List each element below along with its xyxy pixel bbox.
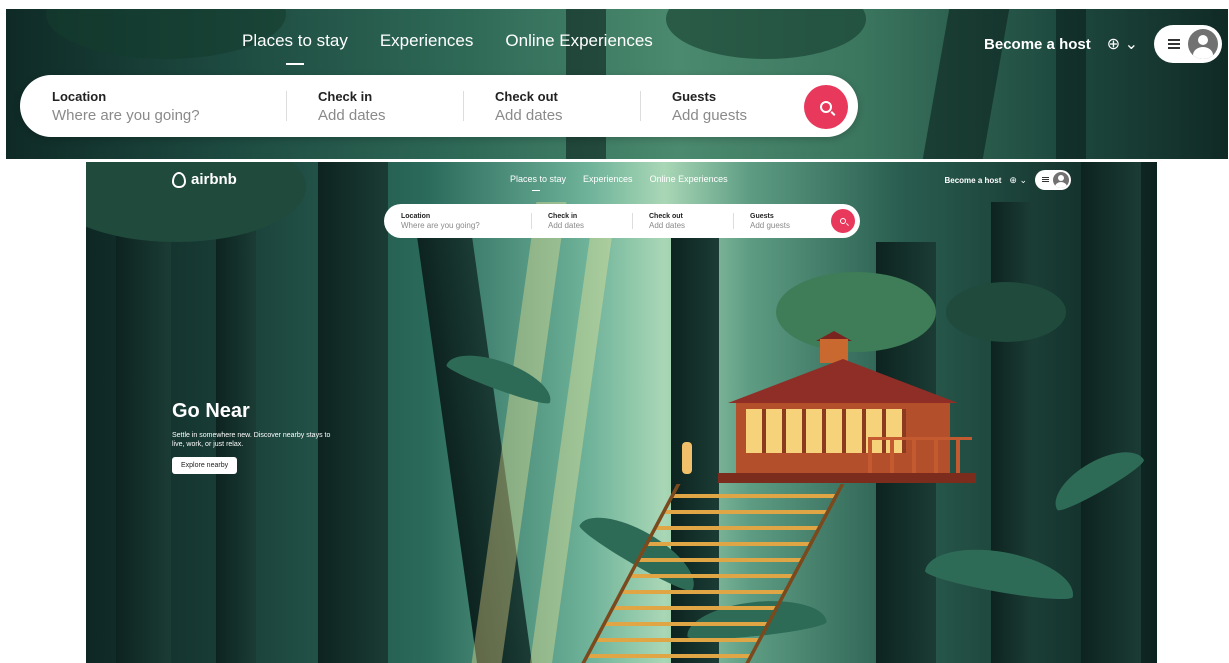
chevron-down-icon: ⌄ — [1124, 36, 1138, 53]
nav-experiences[interactable]: Experiences — [380, 31, 474, 51]
search-guests-label: Guests — [672, 88, 717, 104]
search-checkin-input[interactable]: Add dates — [548, 221, 632, 230]
user-avatar-icon — [1053, 172, 1069, 188]
airbnb-logo[interactable]: airbnb — [172, 171, 237, 188]
search-location-field[interactable]: Location Where are you going? — [20, 75, 286, 137]
search-location-label: Location — [401, 212, 431, 220]
site-header: airbnb Places to stay Experiences Online… — [86, 162, 1157, 202]
become-host-link[interactable]: Become a host — [984, 36, 1091, 53]
magnifier-icon — [820, 101, 832, 113]
user-avatar-icon — [1188, 29, 1218, 59]
search-checkin-label: Check in — [318, 88, 373, 104]
globe-icon: ⊕ — [1009, 174, 1017, 185]
person-figure — [682, 442, 692, 474]
search-location-input[interactable]: Where are you going? — [401, 221, 531, 230]
tree-foliage — [946, 282, 1066, 342]
search-checkin-label: Check in — [548, 212, 578, 220]
nav-places-to-stay[interactable]: Places to stay — [510, 174, 566, 191]
user-menu-button[interactable] — [1154, 25, 1222, 63]
treehouse-illustration — [718, 331, 978, 529]
search-checkin-input[interactable]: Add dates — [318, 107, 463, 124]
explore-nearby-button[interactable]: Explore nearby — [172, 457, 238, 474]
search-checkout-label: Check out — [495, 88, 558, 104]
search-location-label: Location — [52, 88, 107, 104]
globe-icon: ⊕ — [1106, 36, 1121, 53]
header-actions: Become a host ⊕ ⌄ — [984, 25, 1222, 63]
nav-online-experiences[interactable]: Online Experiences — [650, 174, 728, 184]
hamburger-menu-icon — [1168, 39, 1180, 49]
search-checkout-field[interactable]: Check out Add dates — [632, 204, 733, 238]
search-button[interactable] — [831, 209, 855, 233]
search-checkout-label: Check out — [649, 212, 683, 220]
search-bar: Location Where are you going? Check in A… — [20, 75, 858, 137]
search-location-field[interactable]: Location Where are you going? — [384, 204, 531, 238]
search-guests-field[interactable]: Guests Add guests — [733, 204, 830, 238]
search-bar: Location Where are you going? Check in A… — [384, 204, 860, 238]
tree-trunk — [1081, 162, 1141, 663]
language-selector[interactable]: ⊕ ⌄ — [1009, 175, 1027, 186]
search-checkin-field[interactable]: Check in Add dates — [531, 204, 632, 238]
top-nav: Places to stay Experiences Online Experi… — [242, 31, 653, 65]
chevron-down-icon: ⌄ — [1019, 174, 1027, 185]
background-foliage — [666, 9, 866, 59]
search-guests-input[interactable]: Add guests — [672, 107, 812, 124]
zoomed-header-panel: Places to stay Experiences Online Experi… — [6, 9, 1228, 159]
search-checkout-field[interactable]: Check out Add dates — [463, 75, 640, 137]
logo-wordmark: airbnb — [191, 171, 237, 188]
magnifier-icon — [840, 218, 846, 224]
become-host-link[interactable]: Become a host — [944, 176, 1001, 185]
header-actions: Become a host ⊕ ⌄ — [944, 170, 1071, 190]
search-checkin-field[interactable]: Check in Add dates — [286, 75, 463, 137]
hero-title: Go Near — [172, 400, 250, 422]
search-checkout-input[interactable]: Add dates — [649, 221, 733, 230]
hero-subtitle: Settle in somewhere new. Discover nearby… — [172, 432, 331, 448]
nav-experiences[interactable]: Experiences — [583, 174, 633, 184]
nav-online-experiences[interactable]: Online Experiences — [505, 31, 652, 51]
search-checkout-input[interactable]: Add dates — [495, 107, 640, 124]
airbnb-belo-icon — [172, 171, 186, 188]
search-guests-field[interactable]: Guests Add guests — [640, 75, 812, 137]
hero-section: Go Near Settle in somewhere new. Discove… — [172, 400, 342, 474]
search-location-input[interactable]: Where are you going? — [52, 107, 286, 124]
top-nav: Places to stay Experiences Online Experi… — [510, 174, 728, 191]
nav-places-to-stay[interactable]: Places to stay — [242, 31, 348, 65]
search-button[interactable] — [804, 85, 848, 129]
hamburger-menu-icon — [1042, 177, 1049, 183]
search-guests-label: Guests — [750, 212, 774, 220]
homepage-screenshot: airbnb Places to stay Experiences Online… — [86, 162, 1157, 663]
language-selector[interactable]: ⊕ ⌄ — [1107, 34, 1138, 54]
user-menu-button[interactable] — [1035, 170, 1071, 190]
search-guests-input[interactable]: Add guests — [750, 221, 830, 230]
